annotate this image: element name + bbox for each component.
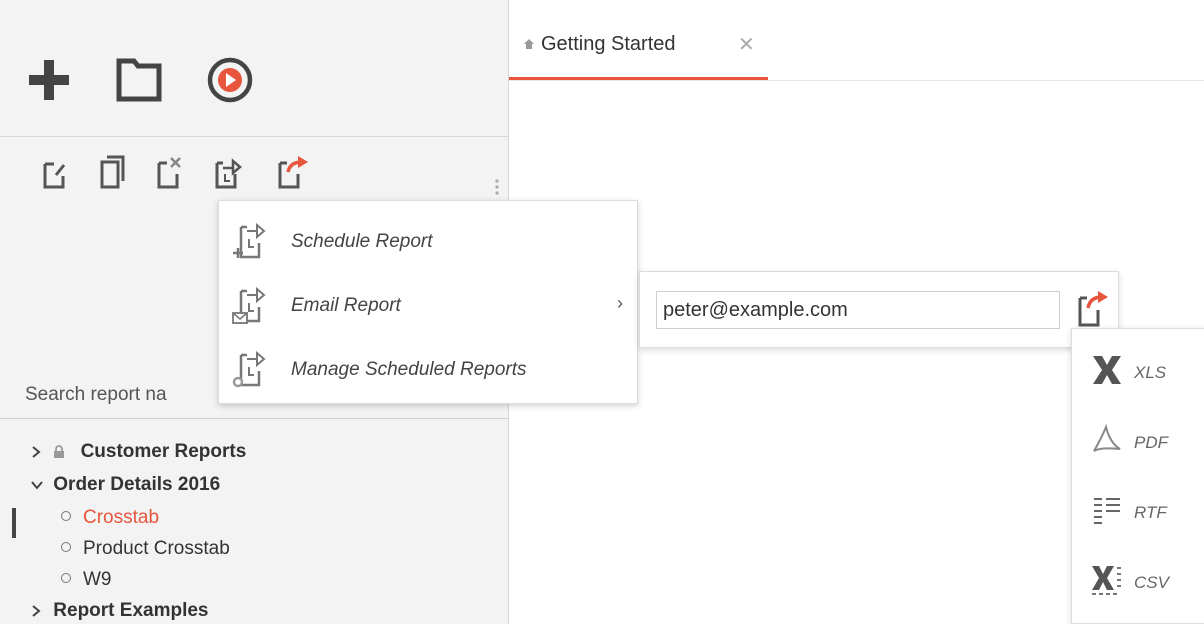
close-icon[interactable]: ✕ bbox=[738, 35, 755, 55]
lock-icon bbox=[54, 445, 65, 458]
folder-icon[interactable] bbox=[116, 58, 162, 102]
format-option-csv[interactable]: CSV bbox=[1072, 547, 1204, 617]
format-option-pdf[interactable]: PDF bbox=[1072, 407, 1204, 477]
bullet-icon bbox=[61, 510, 71, 521]
tree-item-label: W9 bbox=[83, 569, 112, 590]
resize-handle-icon[interactable] bbox=[494, 178, 500, 196]
menu-item-email-report[interactable]: Email Report › bbox=[219, 271, 637, 335]
excel-icon bbox=[1093, 356, 1121, 384]
schedule-report-icon[interactable] bbox=[213, 154, 243, 190]
home-icon bbox=[524, 39, 534, 49]
chevron-right-icon bbox=[32, 605, 41, 617]
menu-item-schedule-report[interactable]: Schedule Report bbox=[219, 207, 637, 271]
tree-item-label: Crosstab bbox=[83, 507, 160, 528]
schedule-add-icon bbox=[233, 222, 266, 259]
format-label: RTF bbox=[1134, 503, 1167, 522]
tree-folder-label: Order Details 2016 bbox=[53, 474, 221, 495]
menu-item-label: Manage Scheduled Reports bbox=[291, 359, 527, 380]
play-icon[interactable] bbox=[206, 56, 254, 104]
tab-bar: Getting Started ✕ bbox=[509, 0, 1204, 81]
format-option-rtf[interactable]: RTF bbox=[1072, 477, 1204, 547]
tree-item-w9[interactable]: W9 bbox=[61, 569, 112, 591]
menu-item-manage-scheduled[interactable]: Manage Scheduled Reports bbox=[219, 335, 637, 399]
top-actions bbox=[0, 0, 508, 137]
edit-report-icon[interactable] bbox=[42, 158, 68, 190]
tree-item-label: Product Crosstab bbox=[83, 538, 230, 559]
tree-item-product-crosstab[interactable]: Product Crosstab bbox=[61, 538, 230, 560]
bullet-icon bbox=[61, 541, 71, 552]
selection-indicator bbox=[12, 508, 16, 538]
menu-item-label: Email Report bbox=[291, 295, 401, 316]
search-input[interactable]: Search report na bbox=[25, 384, 167, 406]
format-label: XLS bbox=[1134, 363, 1167, 382]
format-label: CSV bbox=[1134, 573, 1169, 592]
schedule-manage-icon bbox=[232, 350, 266, 388]
send-email-icon[interactable] bbox=[1076, 288, 1112, 328]
copy-report-icon[interactable] bbox=[98, 154, 126, 190]
tree-folder-report-examples[interactable]: Report Examples bbox=[30, 600, 209, 622]
menu-item-label: Schedule Report bbox=[291, 231, 433, 252]
delete-report-icon[interactable] bbox=[155, 154, 185, 190]
schedule-menu: Schedule Report Email Report › Manage Sc… bbox=[218, 200, 638, 404]
tree-folder-customer-reports[interactable]: Customer Reports bbox=[30, 441, 246, 463]
email-submenu bbox=[639, 271, 1119, 348]
tree-folder-label: Report Examples bbox=[53, 600, 209, 621]
format-submenu: XLS PDF RTF CSV bbox=[1071, 328, 1204, 624]
add-icon[interactable] bbox=[27, 58, 71, 102]
chevron-down-icon bbox=[31, 481, 43, 490]
tab-getting-started[interactable]: Getting Started ✕ bbox=[509, 0, 768, 80]
email-input[interactable] bbox=[656, 291, 1060, 329]
format-option-xls[interactable]: XLS bbox=[1072, 337, 1204, 407]
chevron-right-icon bbox=[32, 446, 41, 458]
chevron-right-icon: › bbox=[617, 293, 623, 313]
share-report-icon[interactable] bbox=[276, 154, 312, 190]
tree-folder-order-details[interactable]: Order Details 2016 bbox=[30, 474, 220, 496]
tree-folder-label: Customer Reports bbox=[80, 441, 247, 462]
bullet-icon bbox=[61, 572, 71, 583]
csv-icon bbox=[1092, 566, 1121, 595]
tree-item-crosstab[interactable]: Crosstab bbox=[61, 507, 159, 529]
rtf-icon bbox=[1094, 498, 1120, 524]
format-label: PDF bbox=[1134, 433, 1168, 452]
tab-label: Getting Started bbox=[541, 33, 676, 55]
schedule-email-icon bbox=[232, 286, 266, 324]
pdf-icon bbox=[1093, 423, 1121, 452]
